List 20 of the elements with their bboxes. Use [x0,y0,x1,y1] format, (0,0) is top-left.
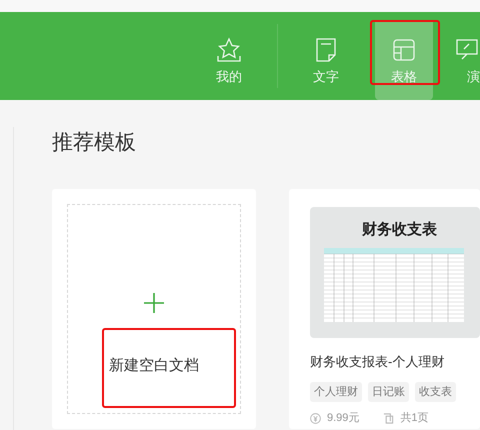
nav-tab[interactable]: 演 [455,20,480,100]
page-count: 共1页 [400,411,429,426]
tag[interactable]: 收支表 [415,382,456,402]
new-document-label: 新建空白文档 [109,356,199,376]
plus-icon [144,293,164,313]
nav-tab[interactable]: 文字 [297,20,355,100]
star-icon [216,37,242,63]
tag[interactable]: 个人理财 [310,382,362,402]
table-icon [391,37,417,63]
price: 9.99元 [327,411,360,426]
yen-icon [310,412,321,424]
tag[interactable]: 日记账 [368,382,409,402]
template-title: 财务收支报表-个人理财 [310,353,446,371]
template-card[interactable]: 财务收支表 财务收支报表-个人理财 个人理财 日记账 收支表 9.99元 共1页 [289,189,480,429]
copy-icon [383,412,394,424]
highlight-frame [370,20,440,85]
nav-tab[interactable]: 我的 [200,20,258,100]
thumbnail-title: 财务收支表 [362,220,438,240]
section-title: 推荐模板 [52,132,137,153]
new-document-card[interactable]: 新建空白文档 [52,189,256,429]
